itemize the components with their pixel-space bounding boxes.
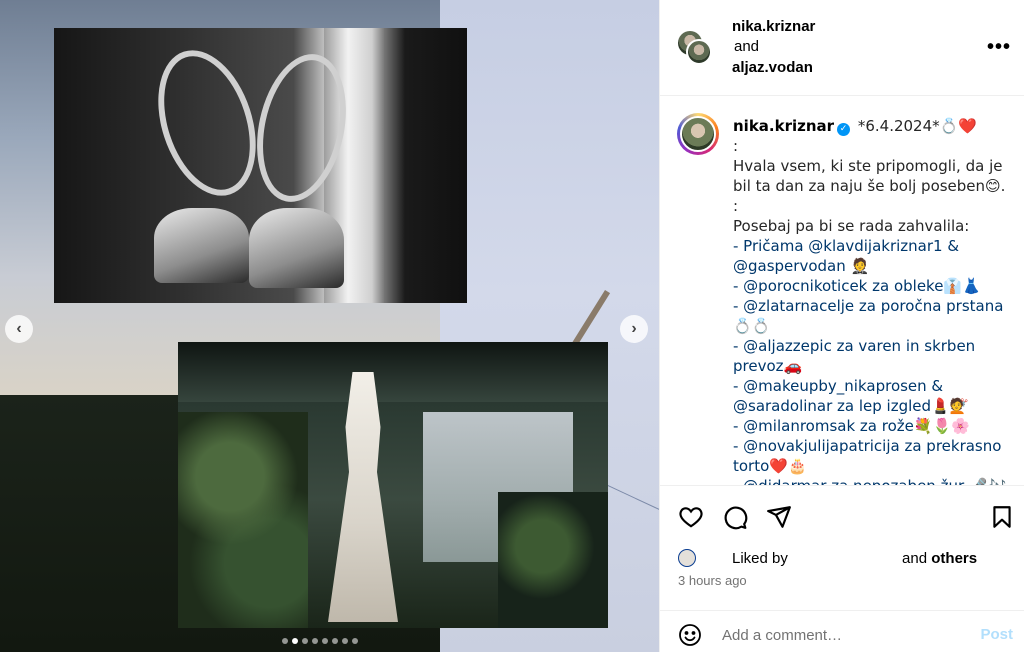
carousel-prev-button[interactable]: ‹ (5, 315, 33, 343)
post-actions (660, 500, 1024, 534)
comment-button[interactable] (722, 504, 748, 530)
save-button[interactable] (989, 504, 1015, 530)
avatar (678, 549, 696, 567)
post-timestamp[interactable]: 3 hours ago (678, 573, 747, 588)
post-side-panel: nika.kriznar and aljaz.vodan ••• nika.kr… (659, 0, 1024, 652)
wedding-shoes-photo (54, 28, 467, 303)
caption-line: Hvala vsem, ki ste pripomogli, da je bil… (733, 157, 1006, 195)
post-caption: nika.kriznar ✓ *6.4.2024*💍❤️ : Hvala vsem… (660, 96, 1024, 486)
caption-line[interactable]: - Pričama @klavdijakriznar1 & (733, 236, 1013, 256)
likes-summary[interactable]: Liked by and others (678, 549, 977, 567)
author-username[interactable]: nika.kriznar (732, 18, 815, 35)
smiley-icon (679, 624, 701, 646)
caption-line[interactable]: - @porocnikoticek za obleke👔👗 (733, 276, 1013, 296)
post-header: nika.kriznar and aljaz.vodan ••• (660, 0, 1024, 96)
caption-line[interactable]: - @milanromsak za rože💐🌷🌸 (733, 416, 1013, 436)
carousel-dot (332, 638, 338, 644)
caption-line[interactable]: - @makeupby_nikaprosen & (733, 376, 1013, 396)
likes-suffix: and (902, 549, 928, 567)
carousel-dot (352, 638, 358, 644)
post-comment-button[interactable]: Post (980, 626, 1013, 643)
post-media[interactable]: ‹ › (0, 0, 659, 652)
caption-line[interactable]: @saradolinar za lep izgled💄💇 (733, 396, 1013, 416)
caption-line: : (733, 137, 739, 155)
more-options-button[interactable]: ••• (987, 36, 1011, 59)
heart-icon (679, 507, 703, 528)
caption-line[interactable]: - @zlatarnacelje za poročna prstana 💍💍 (733, 296, 1013, 336)
caption-line[interactable]: - @didarmar za nepozaben žur 🎤🎶 (733, 476, 1013, 485)
caption-line[interactable]: - @novakjulijapatricija za prekrasno tor… (733, 436, 1013, 476)
comment-input[interactable] (722, 623, 962, 647)
caption-line[interactable]: - @aljazzepic za varen in skrben prevoz🚗 (733, 336, 1013, 376)
caption-line: : (733, 197, 739, 215)
carousel-next-button[interactable]: › (620, 315, 648, 343)
wedding-dress-photo (178, 342, 608, 628)
carousel-dot (342, 638, 348, 644)
caption-text: nika.kriznar ✓ *6.4.2024*💍❤️ : Hvala vsem… (733, 116, 1013, 485)
story-ring[interactable] (677, 113, 719, 155)
avatar[interactable] (686, 39, 712, 65)
carousel-indicator (282, 638, 358, 644)
share-button[interactable] (766, 504, 792, 530)
like-button[interactable] (678, 504, 704, 530)
carousel-dot-active (292, 638, 298, 644)
caption-line[interactable]: @gaspervodan 🤵 (733, 256, 1013, 276)
chevron-right-icon: › (631, 320, 637, 337)
verified-badge-icon: ✓ (837, 123, 851, 136)
author-connector: and (734, 38, 760, 55)
comment-icon (724, 506, 748, 530)
avatar (680, 116, 716, 152)
comment-bar: Post (660, 610, 1024, 652)
chevron-left-icon: ‹ (16, 320, 22, 337)
carousel-dot (322, 638, 328, 644)
carousel-dot (282, 638, 288, 644)
carousel-dot (302, 638, 308, 644)
coauthor-username[interactable]: aljaz.vodan (732, 59, 813, 76)
likes-others-link[interactable]: others (931, 550, 977, 567)
bookmark-icon (993, 506, 1011, 528)
carousel-dot (312, 638, 318, 644)
caption-username[interactable]: nika.kriznar (733, 117, 834, 135)
likes-prefix: Liked by (732, 549, 788, 567)
send-icon (767, 506, 791, 528)
caption-line: Posebaj pa bi se rada zahvalila: (733, 217, 970, 235)
emoji-button[interactable] (678, 623, 704, 649)
caption-line: *6.4.2024*💍❤️ (857, 117, 977, 135)
